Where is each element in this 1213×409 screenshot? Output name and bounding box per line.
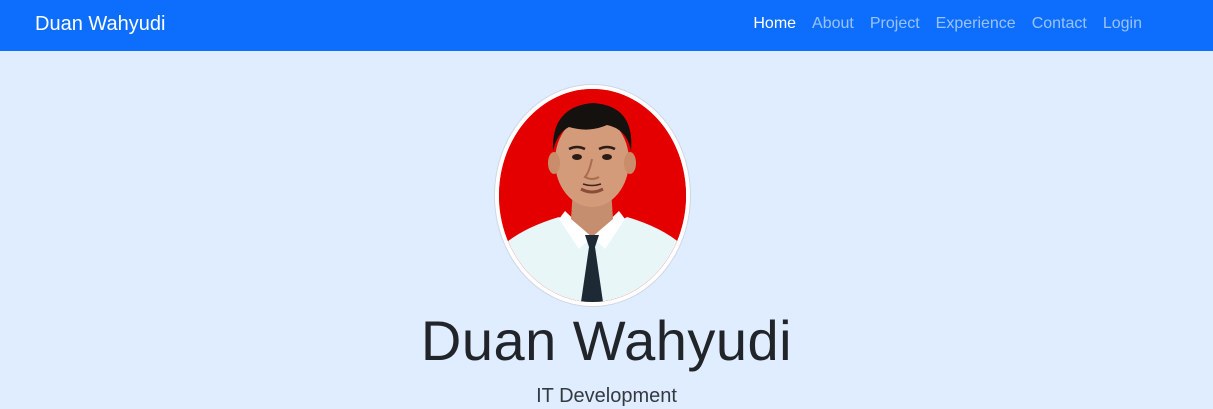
navbar: Duan Wahyudi Home About Project Experien… [0,0,1213,51]
brand-link[interactable]: Duan Wahyudi [35,12,165,36]
nav-contact[interactable]: Contact [1032,14,1087,34]
nav-experience[interactable]: Experience [936,14,1016,34]
profile-photo-image [499,89,686,302]
nav-about[interactable]: About [812,14,854,34]
hero-section: Duan Wahyudi IT Development [0,51,1213,409]
nav-project[interactable]: Project [870,14,920,34]
nav-links: Home About Project Experience Contact Lo… [753,14,1142,34]
hero-name: Duan Wahyudi [420,309,793,372]
hero-role: IT Development [536,385,677,407]
nav-login[interactable]: Login [1103,14,1142,34]
nav-home[interactable]: Home [753,14,796,34]
profile-photo [495,85,690,306]
